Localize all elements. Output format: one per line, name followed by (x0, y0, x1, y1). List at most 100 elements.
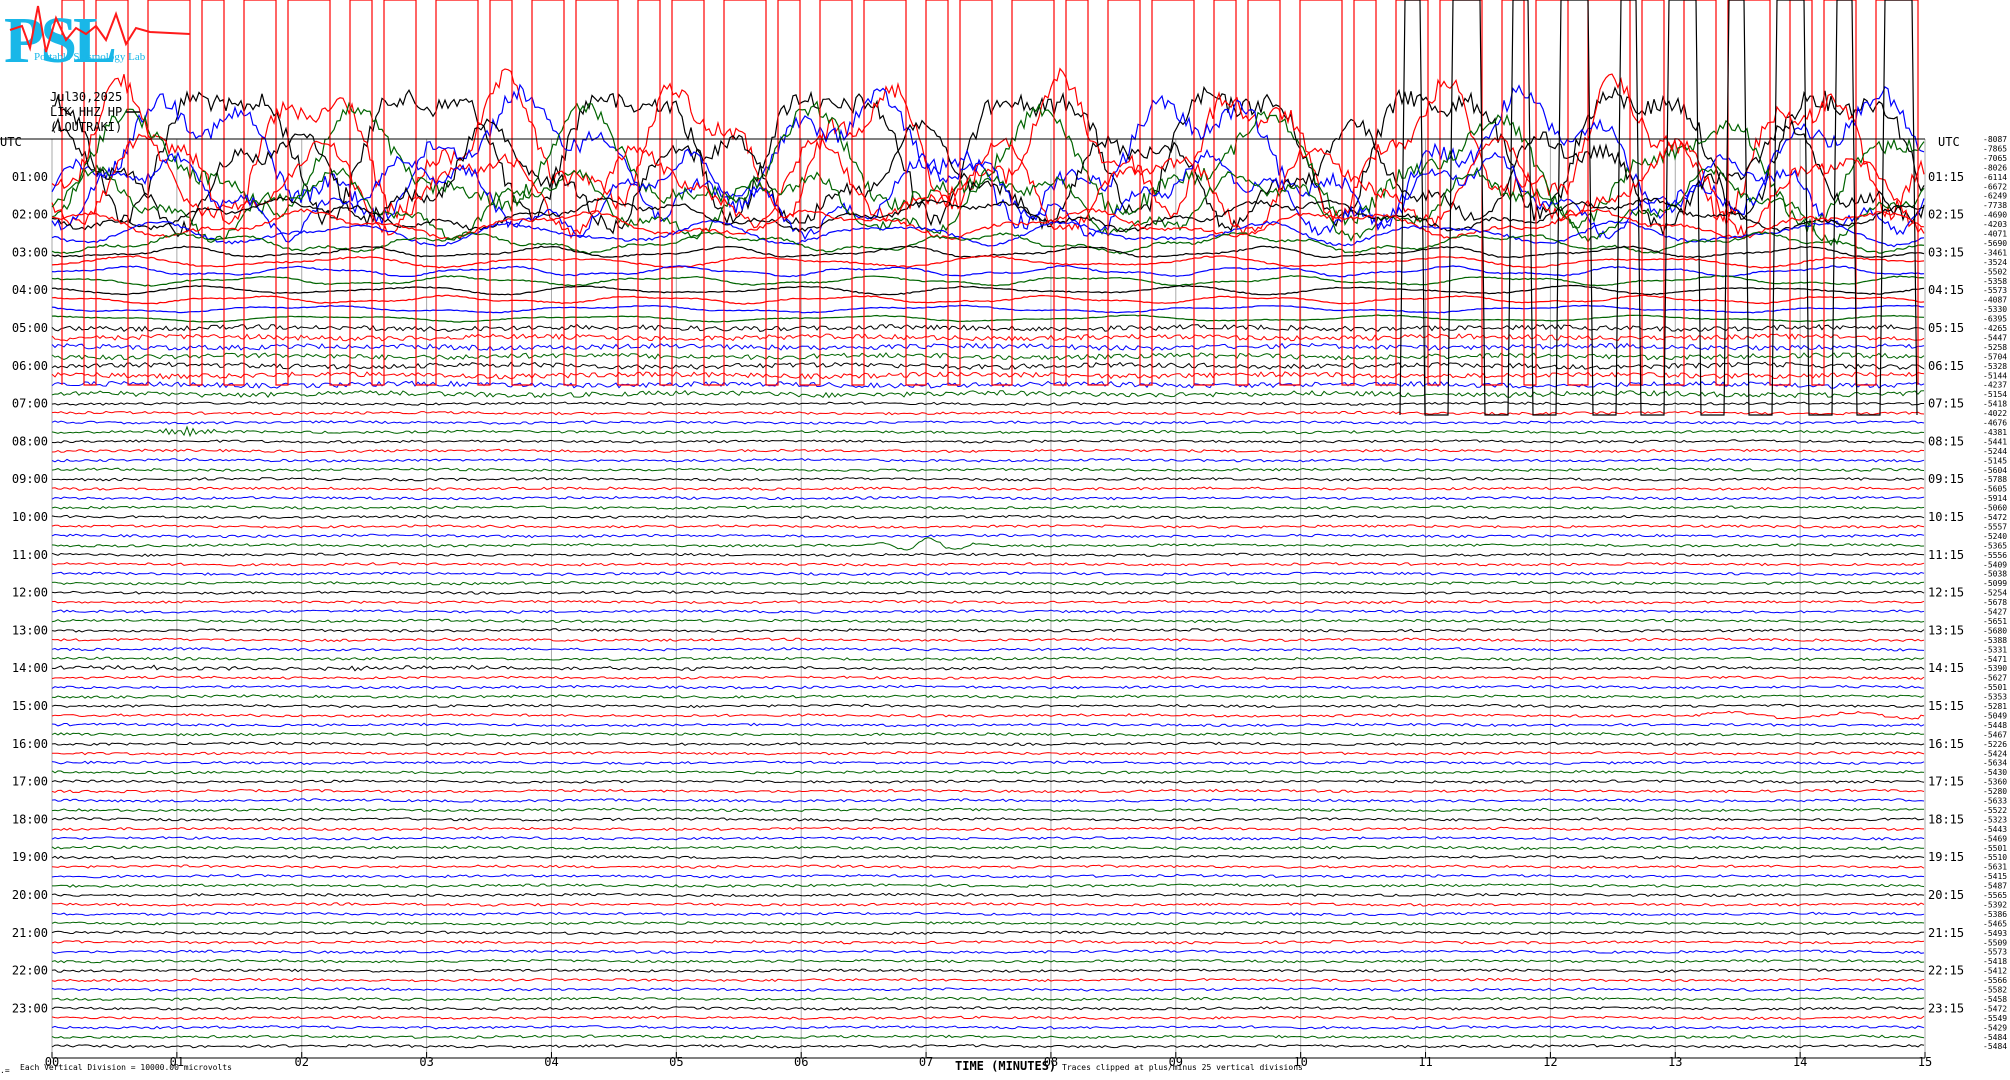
trace-offset-label: -5522 (1983, 806, 2007, 815)
trace-offset-label: -4381 (1983, 428, 2007, 437)
trace-line-47 (51, 580, 1925, 586)
trace-line-18 (51, 304, 1925, 314)
trace-offset-label: -5447 (1983, 333, 2007, 342)
trace-line-74 (51, 836, 1925, 841)
trace-offset-label: -5634 (1983, 759, 2007, 768)
trace-line-63 (51, 732, 1925, 737)
trace-offset-label: -5244 (1983, 447, 2007, 456)
trace-line-85 (51, 940, 1925, 945)
trace-offset-label: -4087 (1983, 296, 2007, 305)
trace-offset-label: -5680 (1983, 626, 2007, 635)
trace-offset-label: -5409 (1983, 560, 2007, 569)
hour-label-left: 19:00 (12, 850, 48, 864)
x-tick-label: 11 (1418, 1055, 1432, 1069)
trace-offset-label: -5365 (1983, 541, 2007, 550)
trace-offset-label: -5443 (1983, 825, 2007, 834)
trace-offset-label: -5448 (1983, 721, 2007, 730)
trace-offset-label: -6249 (1983, 192, 2007, 201)
trace-offset-label: -5510 (1983, 853, 2007, 862)
hour-label-right: 05:15 (1928, 321, 1964, 335)
trace-line-17 (51, 294, 1925, 305)
corner-mark: .= (0, 1066, 10, 1075)
clipped-black-trace (1399, 0, 1918, 416)
trace-offset-label: -5493 (1983, 929, 2007, 938)
hour-label-right: 20:15 (1928, 888, 1964, 902)
hour-label-left: 10:00 (12, 510, 48, 524)
trace-line-80 (51, 892, 1925, 898)
trace-offset-label: -5651 (1983, 617, 2007, 626)
trace-offset-labels: -8087-7865-7065-8026-6114-6672-6249-7738… (1983, 135, 2007, 1051)
trace-line-10 (51, 220, 1925, 248)
hour-label-left: 03:00 (12, 245, 48, 259)
trace-offset-label: -5549 (1983, 1014, 2007, 1023)
trace-line-35 (51, 467, 1925, 472)
trace-offset-label: -5472 (1983, 1004, 2007, 1013)
trace-offset-label: -7738 (1983, 201, 2007, 210)
x-tick-label: 03 (419, 1055, 433, 1069)
station-label: LIK HHZ HP (50, 105, 122, 119)
trace-line-5 (51, 133, 1925, 240)
trace-line-89 (51, 977, 1925, 983)
hour-label-left: 16:00 (12, 737, 48, 751)
trace-line-81 (51, 902, 1925, 907)
trace-line-69 (51, 788, 1925, 794)
trace-offset-label: -8026 (1983, 163, 2007, 172)
trace-line-29 (51, 410, 1925, 416)
x-tick-label: 07 (919, 1055, 933, 1069)
trace-line-20 (51, 323, 1925, 332)
trace-line-96 (51, 1043, 1925, 1049)
trace-line-52 (51, 628, 1925, 633)
trace-line-65 (51, 751, 1925, 756)
trace-line-67 (51, 769, 1925, 775)
left-hour-labels: 01:00 02:00 03:00 04:00 05:00 06:00 07:00 08:00… (12, 170, 48, 1016)
trace-line-46 (51, 571, 1925, 576)
hour-label-left: 17:00 (12, 775, 48, 789)
trace-offset-label: -5573 (1983, 948, 2007, 957)
trace-line-90 (51, 987, 1925, 992)
trace-line-43 (51, 537, 1925, 551)
trace-offset-label: -7865 (1983, 144, 2007, 153)
vertical-division-note: Each Vertical Division = 10000.00 microv… (20, 1063, 232, 1072)
trace-offset-label: -5154 (1983, 390, 2007, 399)
trace-offset-label: -5060 (1983, 504, 2007, 513)
hour-label-left: 04:00 (12, 283, 48, 297)
logo-text: PSL (4, 4, 115, 77)
trace-offset-label: -4676 (1983, 419, 2007, 428)
trace-line-32 (51, 439, 1925, 444)
trace-line-88 (51, 968, 1925, 973)
trace-line-50 (51, 609, 1925, 614)
trace-line-75 (51, 845, 1924, 850)
trace-line-56 (51, 664, 1925, 672)
trace-offset-label: -5565 (1983, 891, 2007, 900)
trace-offset-label: -5323 (1983, 815, 2007, 824)
trace-offset-label: -5678 (1983, 598, 2007, 607)
trace-line-28 (51, 401, 1924, 406)
trace-offset-label: -5281 (1983, 702, 2007, 711)
trace-offset-label: -4203 (1983, 220, 2007, 229)
trace-offset-label: -6114 (1983, 173, 2007, 182)
hour-label-right: 19:15 (1928, 850, 1964, 864)
hour-label-right: 08:15 (1928, 434, 1964, 448)
trace-offset-label: -5330 (1983, 305, 2007, 314)
trace-offset-label: -5360 (1983, 778, 2007, 787)
trace-line-60 (51, 703, 1925, 709)
trace-offset-label: -5469 (1983, 834, 2007, 843)
trace-offset-label: -5573 (1983, 286, 2007, 295)
trace-line-78 (51, 873, 1925, 879)
trace-line-33 (51, 448, 1925, 454)
hour-label-left: 11:00 (12, 548, 48, 562)
trace-offset-label: -5471 (1983, 655, 2007, 664)
hour-label-left: 13:00 (12, 623, 48, 637)
trace-line-70 (51, 798, 1925, 803)
trace-offset-label: -5392 (1983, 900, 2007, 909)
trace-offset-label: -5240 (1983, 532, 2007, 541)
x-tick-label: 13 (1668, 1055, 1682, 1069)
trace-offset-label: -4690 (1983, 211, 2007, 220)
trace-offset-label: -5465 (1983, 919, 2007, 928)
trace-line-53 (51, 637, 1925, 643)
trace-line-34 (51, 457, 1925, 463)
trace-offset-label: -5788 (1983, 475, 2007, 484)
hour-label-right: 16:15 (1928, 737, 1964, 751)
trace-line-94 (51, 1025, 1925, 1030)
trace-line-49 (51, 599, 1925, 605)
